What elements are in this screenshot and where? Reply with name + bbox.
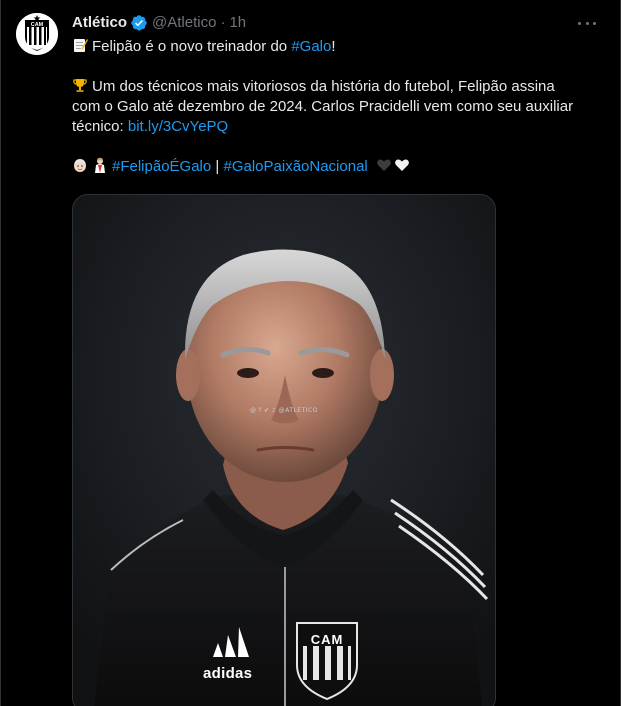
felipao-photo: [73, 195, 495, 706]
verified-badge-icon[interactable]: [130, 14, 148, 32]
tweet-para2-line-1: Um dos técnicos mais vitoriosos da histó…: [72, 77, 602, 97]
hashtag-felipaoegalo-link[interactable]: #FelipãoÉGalo: [112, 158, 211, 175]
tweet-para2-line-1-text: Um dos técnicos mais vitoriosos da histó…: [92, 78, 555, 95]
header-separator: ·: [220, 14, 226, 31]
tweet-line-1-end: !: [331, 38, 336, 55]
person-emoji-icon: [95, 157, 105, 173]
tweet-media-image[interactable]: @ f ✔ ♪ @ATLETICO adidas CAM: [72, 194, 496, 706]
tweet-card[interactable]: CAM Atlético @Atletico · 1h Felipão é o …: [0, 0, 621, 706]
tweet-timestamp[interactable]: 1h: [229, 13, 246, 33]
hashtag-separator: |: [215, 158, 220, 175]
social-caption: @ f ✔ ♪ @ATLETICO: [250, 407, 318, 414]
old-man-emoji-icon: [74, 159, 86, 172]
white-heart-emoji-icon: [395, 159, 409, 171]
bitly-link[interactable]: bit.ly/3CvYePQ: [128, 118, 228, 135]
memo-emoji-icon: [74, 39, 88, 52]
tweet-hashtags-line: #FelipãoÉGalo | #GaloPaixãoNacional: [72, 157, 602, 177]
jacket-crest-text: CAM: [310, 632, 344, 647]
tweet-para2-line-3-text: técnico:: [72, 118, 128, 135]
tweet-text: Felipão é o novo treinador do #Galo! Um …: [72, 37, 602, 177]
adidas-text: adidas: [203, 665, 253, 682]
hashtag-galo-link[interactable]: #Galo: [291, 38, 331, 55]
tweet-para2-line-3: técnico: bit.ly/3CvYePQ: [72, 117, 602, 137]
tweet-para2-line-2: com o Galo até dezembro de 2024. Carlos …: [72, 98, 574, 115]
tweet-line-1: Felipão é o novo treinador do #Galo!: [72, 37, 602, 57]
author-name[interactable]: Atlético: [72, 13, 127, 33]
black-heart-emoji-icon: [377, 159, 391, 171]
tweet-header: Atlético @Atletico · 1h: [72, 12, 602, 34]
atletico-crest-icon: CAM: [16, 13, 58, 55]
trophy-emoji-icon: [73, 79, 87, 92]
more-options-icon[interactable]: [576, 12, 598, 34]
hashtag-galopaixaonacional-link[interactable]: #GaloPaixãoNacional: [223, 158, 367, 175]
author-avatar[interactable]: CAM: [16, 13, 58, 55]
tweet-line-1-text: Felipão é o novo treinador do: [92, 38, 292, 55]
tweet-content: Atlético @Atletico · 1h Felipão é o novo…: [72, 12, 602, 177]
author-handle[interactable]: @Atletico: [152, 13, 216, 33]
avatar-crest-text: CAM: [31, 22, 44, 28]
